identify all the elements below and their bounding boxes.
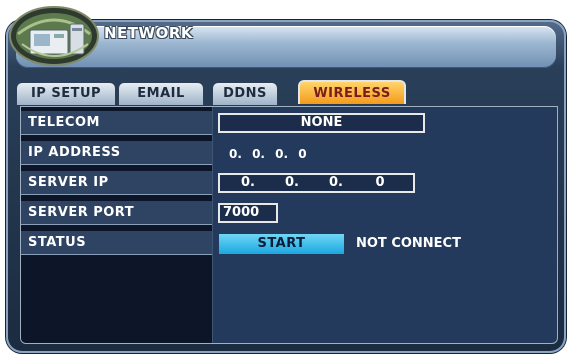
tab-email[interactable]: EMAIL: [118, 82, 204, 105]
telecom-label: TELECOM: [21, 111, 212, 135]
status-label: STATUS: [21, 231, 212, 255]
network-device-icon: [9, 6, 99, 66]
server-ip-octet-2[interactable]: 0.: [272, 175, 312, 191]
network-dialog: NETWORK IP SETUP EMAIL DDNS WIRELESS TEL…: [0, 0, 573, 359]
server-port-label: SERVER PORT: [21, 201, 212, 225]
ip-address-label: IP ADDRESS: [21, 141, 212, 165]
connection-status-text: NOT CONNECT: [356, 236, 461, 251]
server-ip-field[interactable]: 0. 0. 0. 0: [218, 173, 415, 193]
settings-panel: TELECOM IP ADDRESS SERVER IP SERVER PORT…: [20, 106, 558, 344]
ip-address-value: 0. 0. 0. 0: [229, 147, 307, 161]
window-title: NETWORK: [104, 24, 194, 42]
server-port-field[interactable]: 7000: [218, 203, 278, 223]
server-ip-label: SERVER IP: [21, 171, 212, 195]
start-button[interactable]: START: [219, 234, 344, 254]
server-ip-octet-4[interactable]: 0: [360, 175, 400, 191]
telecom-select[interactable]: NONE: [218, 113, 425, 133]
tab-ip-setup[interactable]: IP SETUP: [16, 82, 116, 105]
server-ip-octet-1[interactable]: 0.: [228, 175, 268, 191]
tab-wireless[interactable]: WIRELESS: [298, 80, 406, 104]
tab-ddns[interactable]: DDNS: [212, 82, 278, 105]
server-ip-octet-3[interactable]: 0.: [316, 175, 356, 191]
